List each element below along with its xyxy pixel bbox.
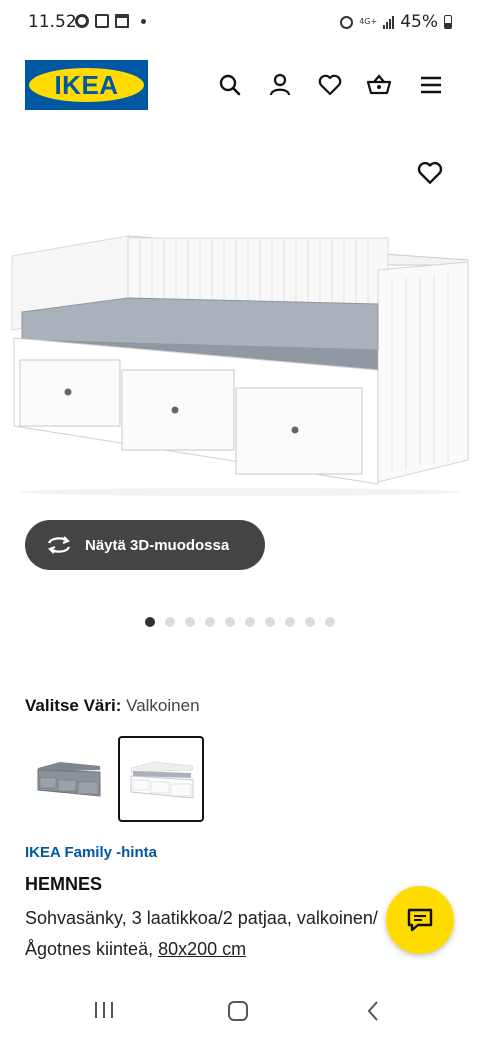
battery-percent: 45% [400, 12, 438, 32]
product-name: HEMNES [25, 874, 103, 894]
white-daybed-thumbnail [130, 761, 194, 799]
recent-apps-icon[interactable] [92, 1000, 116, 1020]
size-link[interactable]: 80x200 cm [158, 939, 246, 959]
logo-oval: IKEA [29, 68, 144, 102]
color-swatch-white[interactable] [118, 736, 204, 822]
color-value: Valkoinen [126, 696, 200, 715]
carousel-dot[interactable] [165, 617, 175, 627]
search-icon[interactable] [217, 72, 243, 98]
calendar-icon [115, 14, 129, 28]
color-swatch-grey[interactable] [25, 736, 111, 822]
carousel-dot[interactable] [245, 617, 255, 627]
chat-button[interactable] [386, 886, 454, 954]
network-type: 4G+ [359, 17, 378, 26]
image-carousel-dots [145, 617, 335, 627]
status-system-icons: 4G+ 45% [340, 12, 452, 32]
carousel-dot[interactable] [205, 617, 215, 627]
carousel-dot[interactable] [265, 617, 275, 627]
chat-icon [407, 908, 433, 932]
status-time: 11.52 [28, 12, 77, 32]
carousel-dot[interactable] [225, 617, 235, 627]
price-clipped [25, 983, 135, 984]
back-icon[interactable] [364, 1000, 382, 1022]
home-icon[interactable] [226, 1000, 250, 1022]
carousel-dot[interactable] [285, 617, 295, 627]
ikea-logo[interactable]: IKEA [25, 60, 148, 110]
description-prefix: Ågotnes kiinteä, [25, 939, 159, 959]
battery-icon [444, 15, 452, 29]
family-price-badge: IKEA Family -hinta [25, 844, 157, 861]
system-nav-bar [0, 986, 480, 1040]
menu-icon[interactable] [418, 72, 444, 98]
carousel-dot[interactable] [305, 617, 315, 627]
logo-text: IKEA [54, 69, 119, 100]
status-bar: 11.52 4G+ 45% [0, 0, 480, 44]
alarm-icon [340, 15, 354, 29]
user-icon[interactable] [267, 72, 293, 98]
color-label: Valitse Väri: [25, 696, 122, 715]
favorite-heart-icon[interactable] [416, 159, 444, 187]
heart-icon[interactable] [317, 72, 343, 98]
rotate-icon [47, 536, 71, 554]
color-selector-label: Valitse Väri: Valkoinen [25, 696, 200, 716]
price-partially-visible [25, 970, 135, 984]
site-header: IKEA [0, 56, 480, 116]
carousel-dot[interactable] [325, 617, 335, 627]
basket-icon[interactable] [366, 72, 392, 98]
carousel-dot[interactable] [185, 617, 195, 627]
more-notifications-icon [141, 18, 146, 24]
view-3d-button[interactable]: Näytä 3D-muodossa [25, 520, 265, 570]
status-notification-icons [75, 14, 146, 28]
gallery-icon [95, 14, 109, 28]
grey-daybed-thumbnail [37, 762, 101, 797]
signal-icon [383, 15, 395, 29]
view-3d-label: Näytä 3D-muodossa [85, 536, 230, 554]
product-image[interactable] [0, 220, 480, 500]
carousel-dot[interactable] [145, 617, 155, 627]
settings-icon [75, 14, 89, 28]
